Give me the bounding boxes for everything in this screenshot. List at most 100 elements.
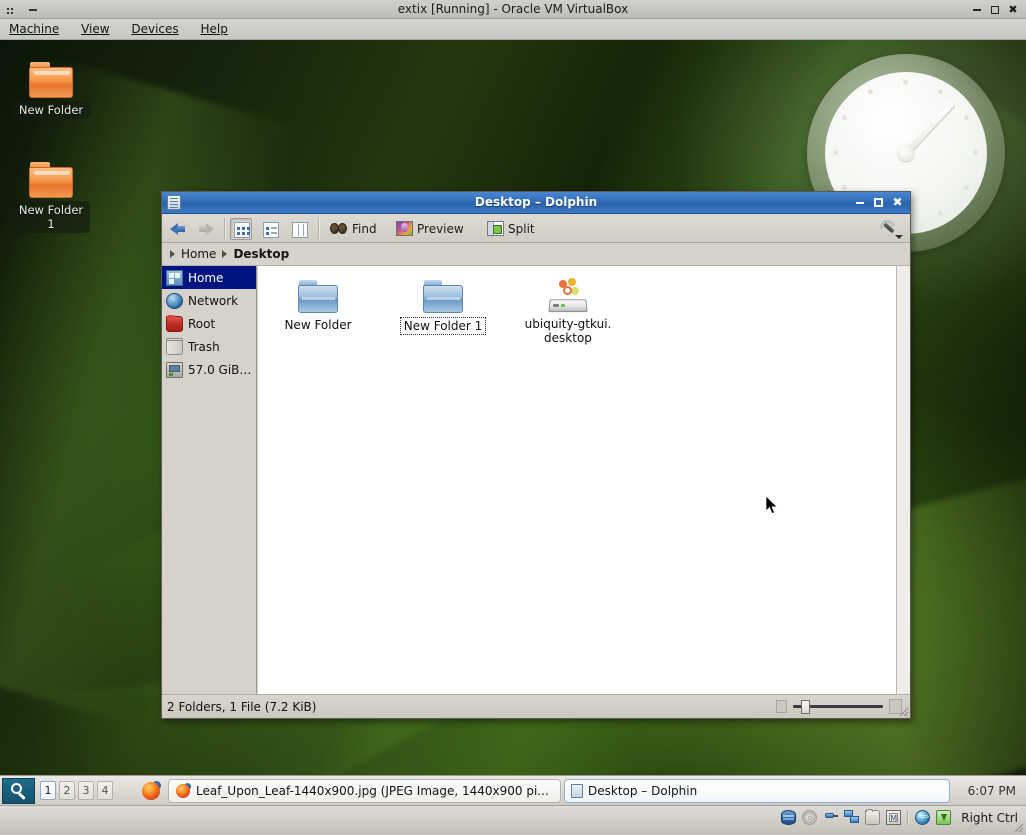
file-item-label-line2: desktop [544,331,592,345]
view-mode-columns-button[interactable] [288,217,310,240]
application-launcher-button[interactable] [2,778,35,804]
zoom-slider-thumb[interactable] [801,700,810,714]
configure-wrench-icon[interactable] [877,217,903,239]
vbox-maximize-button[interactable] [988,0,1002,19]
taskbar-clock[interactable]: 6:07 PM [968,779,1016,803]
guest-taskbar: 1 2 3 4 Leaf_Upon_Leaf-1440x900.jpg (JPE… [0,775,1026,805]
folder-icon [29,162,73,198]
trash-icon [166,337,183,355]
sidebar-item-root[interactable]: Root [162,312,256,335]
dolphin-maximize-button[interactable] [871,192,886,213]
folder-icon [298,280,338,313]
back-button[interactable] [168,217,188,240]
vbox-window-controls: ✖ [970,0,1020,19]
hard-disk-icon[interactable] [781,810,797,825]
status-separator [907,810,910,825]
vbox-window-title: extix [Running] - Oracle VM VirtualBox [397,2,629,16]
shared-folder-icon[interactable] [865,809,881,825]
taskbar-button-dolphin-window[interactable]: Desktop – Dolphin [564,779,950,803]
vertical-scrollbar[interactable] [896,266,910,696]
network-icon[interactable] [844,810,860,825]
dolphin-window-title: Desktop – Dolphin [474,195,598,209]
resize-grip[interactable] [897,705,909,717]
menu-devices[interactable]: Devices [122,19,187,39]
menu-help-label: Help [200,22,228,36]
file-item-label: New Folder [284,318,352,332]
breadcrumb-item-desktop[interactable]: Desktop [231,246,291,262]
dolphin-window-controls: ✖ [852,192,905,213]
file-item-new-folder-1[interactable]: New Folder 1 [395,280,491,335]
dolphin-minimize-button[interactable] [852,192,867,213]
file-item-label: ubiquity-gtkui. desktop [522,316,615,346]
file-item-label-line1: ubiquity-gtkui. [524,317,612,331]
virtualbox-titlebar: extix [Running] - Oracle VM VirtualBox ✖ [0,0,1026,19]
sidebar-item-home[interactable]: Home [162,266,256,289]
split-button-label: Split [508,221,535,236]
file-item-new-folder[interactable]: New Folder [270,280,366,333]
split-button[interactable]: Split [482,217,540,240]
find-button[interactable]: Find [325,217,382,240]
firefox-launcher-icon[interactable] [141,779,163,801]
desktop-icon-new-folder-1[interactable]: New Folder 1 [9,162,93,233]
vbox-close-button[interactable]: ✖ [1006,0,1020,19]
breadcrumb-item-home[interactable]: Home [179,246,218,262]
desktop-icon-label: New Folder 1 [11,201,91,233]
small-preview-icon[interactable] [776,700,787,713]
breadcrumb[interactable]: Home Desktop [162,243,910,266]
workspace-pager: 1 2 3 4 [40,781,113,800]
forward-button[interactable] [196,217,216,240]
menu-machine[interactable]: Machine [0,19,68,39]
zoom-slider[interactable] [793,700,883,714]
desktop-icon-label-line2: 1 [47,217,55,231]
menu-help[interactable]: Help [192,19,237,39]
dolphin-statusbar: 2 Folders, 1 File (7.2 KiB) [162,694,910,718]
workspace-button-4[interactable]: 4 [97,781,113,800]
optical-disk-icon[interactable] [802,810,818,825]
red-folder-icon [166,314,183,332]
dolphin-titlebar[interactable]: Desktop – Dolphin ✖ [162,192,910,214]
view-mode-icons-button[interactable] [230,217,252,240]
sidebar-item-label: Home [188,270,224,285]
preview-button[interactable]: Preview [391,217,469,240]
taskbar-button-firefox-window[interactable]: Leaf_Upon_Leaf-1440x900.jpg (JPEG Image,… [168,779,561,803]
zoom-control[interactable] [776,699,902,714]
taskbar-button-label: Leaf_Upon_Leaf-1440x900.jpg (JPEG Image,… [196,784,549,798]
view-mode-details-button[interactable] [259,217,281,240]
menu-view[interactable]: View [72,19,118,39]
file-item-ubiquity-gtkui-desktop[interactable]: ubiquity-gtkui. desktop [520,278,616,346]
vbox-minimize-button[interactable] [970,0,984,19]
workspace-button-2[interactable]: 2 [59,781,75,800]
folder-icon [423,280,463,313]
dolphin-close-button[interactable]: ✖ [890,192,905,213]
breadcrumb-arrow-icon [222,250,228,258]
back-arrow-icon [168,220,188,238]
screen: extix [Running] - Oracle VM VirtualBox ✖… [0,0,1026,835]
preview-icon [396,221,413,236]
places-sidebar: Home Network Root Trash 57.0 GiB… [162,266,257,696]
usb-icon[interactable] [823,810,839,825]
columns-view-icon [292,221,308,238]
sidebar-item-trash[interactable]: Trash [162,335,256,358]
icons-view-icon [234,221,250,238]
details-view-icon [263,221,279,238]
home-icon [166,269,183,286]
globe-icon[interactable] [915,810,931,825]
file-view[interactable]: New Folder New Folder 1 ubiquity-gtkui. [258,266,896,696]
sidebar-item-label: 57.0 GiB… [188,362,252,377]
dolphin-window[interactable]: Desktop – Dolphin ✖ Find Preview Split H… [161,191,911,719]
sidebar-item-label: Trash [188,339,220,354]
workspace-button-3[interactable]: 3 [78,781,94,800]
virtual-machine-icon[interactable] [886,810,902,825]
dolphin-body: Home Network Root Trash 57.0 GiB… New Fo… [162,266,910,696]
green-arrow-icon[interactable] [936,810,952,825]
menu-devices-label: Devices [131,22,179,36]
workspace-button-1[interactable]: 1 [40,781,56,800]
breadcrumb-arrow-icon [170,250,175,258]
sidebar-item-volume[interactable]: 57.0 GiB… [162,358,256,381]
desktop-icon-new-folder[interactable]: New Folder [9,62,93,119]
find-button-label: Find [352,221,377,236]
guest-desktop[interactable]: New Folder New Folder 1 Desktop – Dolphi… [0,40,1026,775]
sidebar-item-network[interactable]: Network [162,289,256,312]
installer-icon [546,278,590,313]
resize-grip[interactable] [1012,821,1024,833]
